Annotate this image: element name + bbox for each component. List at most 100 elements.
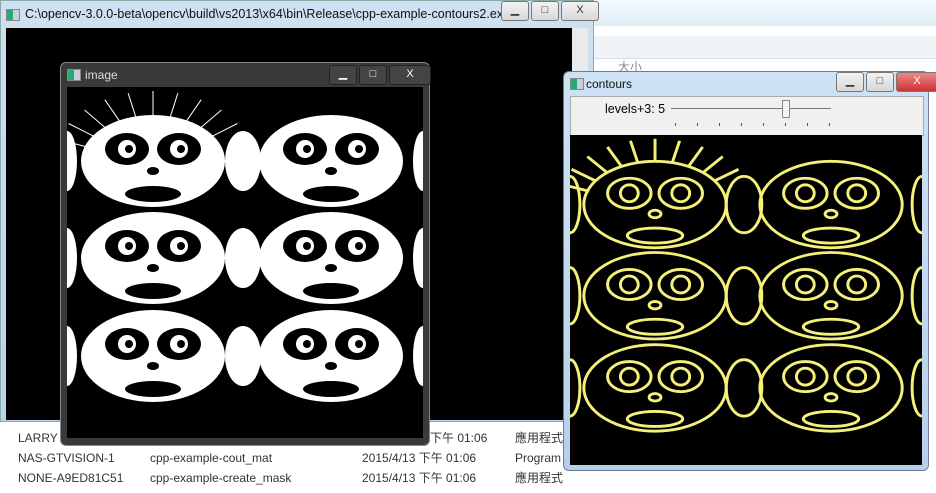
file-date: 2015/4/13 下午 01:06 [362,451,477,465]
pupil [177,242,185,250]
file-name[interactable]: cpp-example-create_mask [150,468,291,488]
side-ellipse [570,266,582,326]
hair [68,123,95,137]
hair [701,155,724,175]
trackbar-tick [741,123,742,126]
nose [325,264,337,272]
hair [629,140,640,164]
trackbar-tick [763,123,764,126]
eye [833,360,880,394]
close-button[interactable]: X [561,1,599,21]
app-icon [570,78,584,90]
mouth [625,410,685,428]
mouth [125,381,181,397]
eye-white [670,366,692,387]
window-title: C:\opencv-3.0.0-beta\opencv\build\vs2013… [25,7,511,21]
file-name[interactable]: cpp-example-cout_mat [150,448,272,468]
eye [782,360,829,394]
minimize-button[interactable]: ▁ [501,1,529,21]
pupil [125,145,133,153]
side-ellipse [724,174,764,235]
hair [104,99,120,121]
pupil [355,145,363,153]
side-ellipse [910,266,922,326]
pupil [303,242,311,250]
nav-item[interactable]: LARRY [18,428,58,448]
minimize-button[interactable]: ▁ [836,72,864,92]
eye [657,176,704,210]
side-ellipse [67,131,77,191]
side-ellipse [67,228,77,288]
mouth [303,283,359,299]
trackbar-tick [675,123,676,126]
file-date: 2015/4/13 下午 01:06 [362,471,477,485]
maximize-button[interactable]: □ [359,65,387,85]
eye-white [846,183,868,204]
hair [687,146,704,168]
trackbar-tick [829,123,830,126]
side-ellipse [413,228,423,288]
eye [657,268,704,301]
eye [833,268,880,301]
nav-item[interactable]: NAS-GTVISION-1 [18,448,115,468]
eye [657,360,704,394]
explorer-column-header [590,36,936,59]
face [758,159,904,250]
image-canvas [67,87,423,438]
eye [606,176,653,210]
side-ellipse [67,326,77,386]
side-ellipse [724,266,764,326]
eye [782,268,829,301]
maximize-button[interactable]: □ [531,1,559,21]
mouth [303,186,359,202]
nose [325,362,337,370]
mouth [801,410,861,428]
close-button[interactable]: X [896,72,936,92]
eye-white [846,366,868,387]
side-ellipse [910,174,922,235]
nose [647,392,663,403]
app-icon [67,69,81,81]
eye [606,360,653,394]
hair [84,109,106,128]
file-date: 下午 01:06 [430,431,488,445]
trackbar-tick [807,123,808,126]
hair [186,99,202,121]
close-button[interactable]: X [389,65,431,85]
eye [606,268,653,301]
side-ellipse [225,131,261,191]
pupil [177,145,185,153]
nose [823,300,839,311]
face [758,251,904,341]
image-window: image ▁ □ X [60,62,431,446]
side-ellipse [225,228,261,288]
face [582,251,728,341]
eye-white [846,274,868,295]
trackbar-label: levels+3: 5 [605,102,666,116]
face [758,343,904,433]
hair [570,185,590,193]
pupil [355,340,363,348]
contours-window: contours ▁ □ X levels+3: 5 [563,71,936,471]
trackbar[interactable] [671,108,831,109]
eye-white [794,183,816,204]
eye-white [794,366,816,387]
trackbar-thumb[interactable] [782,100,790,118]
file-type: 應用程式 [515,431,564,445]
eye [833,176,880,210]
window-title: image [85,68,118,82]
pupil [355,242,363,250]
nav-item[interactable]: NONE-A9ED81C51 [18,468,123,488]
mouth [625,226,685,245]
nose [147,362,159,370]
maximize-button[interactable]: □ [866,72,894,92]
side-ellipse [570,358,582,418]
hair [169,93,179,117]
side-ellipse [910,358,922,418]
side-ellipse [413,131,423,191]
pupil [125,242,133,250]
eye-white [670,183,692,204]
minimize-button[interactable]: ▁ [329,65,357,85]
mouth [125,186,181,202]
trackbar-tick [785,123,786,126]
